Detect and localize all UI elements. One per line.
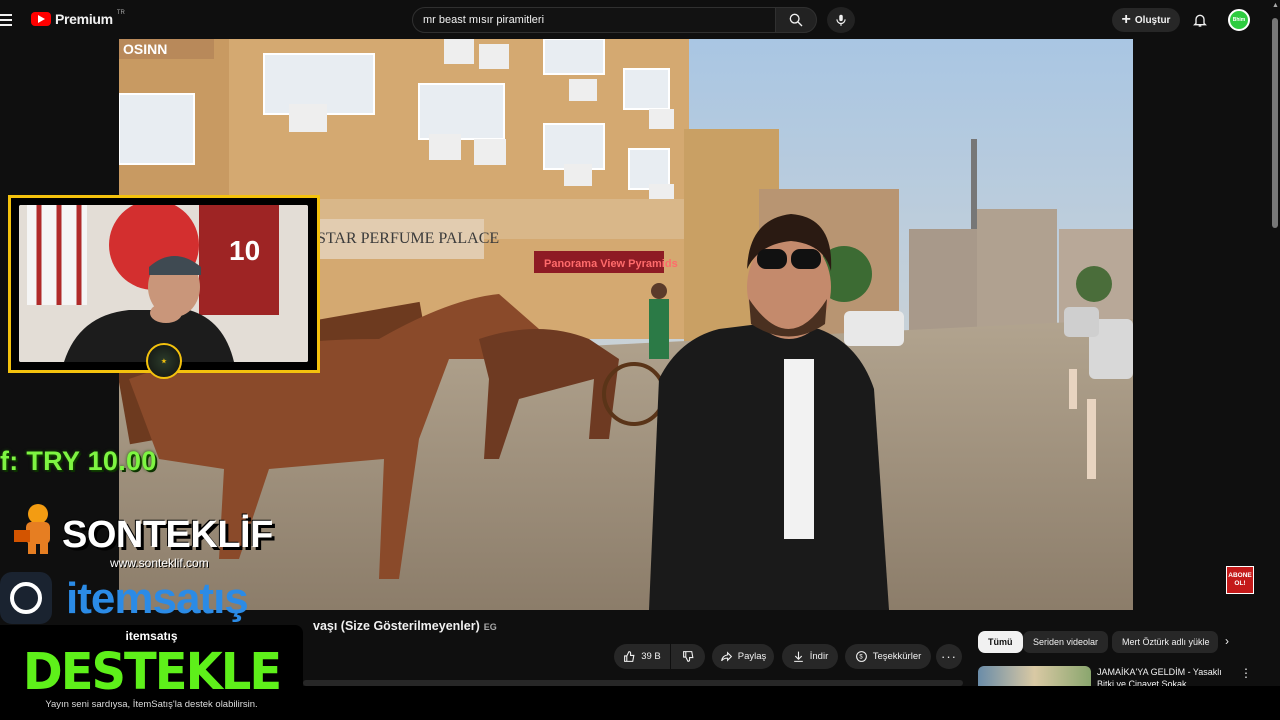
scrollbar-thumb[interactable] bbox=[1272, 18, 1278, 228]
chevron-right-icon[interactable]: › bbox=[1225, 634, 1241, 650]
dislike-button[interactable] bbox=[671, 644, 705, 669]
chip-channel[interactable]: Mert Öztürk adlı yükle bbox=[1112, 631, 1218, 653]
scroll-up-arrow[interactable]: ▲ bbox=[1272, 2, 1279, 10]
country-tag: EG bbox=[483, 622, 497, 632]
svg-text:$: $ bbox=[859, 655, 863, 661]
webcam-feed: 10 bbox=[19, 205, 308, 362]
create-label: Oluştur bbox=[1134, 14, 1171, 26]
video-title-text: vaşı (Size Gösterilmeyenler) bbox=[313, 619, 480, 633]
sponsor-name: itemsatış bbox=[66, 574, 249, 623]
bell-icon bbox=[1193, 14, 1207, 27]
support-brand: itemsatış bbox=[125, 629, 178, 643]
subscribe-badge[interactable]: ABONE OL! bbox=[1226, 566, 1254, 594]
avatar[interactable]: Bhim bbox=[1228, 9, 1250, 31]
svg-text:10: 10 bbox=[229, 235, 260, 266]
mascot-icon bbox=[14, 502, 58, 554]
search-box[interactable] bbox=[412, 7, 776, 33]
plus-icon: + bbox=[1121, 11, 1131, 28]
thanks-icon: $ bbox=[855, 651, 867, 662]
donation-amount: f: TRY 10.00 bbox=[0, 446, 157, 476]
youtube-logo[interactable]: Premium TR bbox=[31, 10, 125, 27]
like-count: 39 B bbox=[641, 651, 661, 662]
support-cta: DESTEKLE bbox=[22, 642, 282, 702]
download-button[interactable]: İndir bbox=[782, 644, 838, 669]
share-button[interactable]: Paylaş bbox=[712, 644, 774, 669]
chip-all[interactable]: Tümü bbox=[978, 631, 1023, 653]
more-actions-button[interactable]: ··· bbox=[936, 644, 962, 669]
voice-search-button[interactable] bbox=[827, 7, 855, 33]
more-icon: ··· bbox=[941, 649, 957, 664]
recommendation-title[interactable]: JAMAİKA'YA GELDİM - Yasaklı Bitki ve Cin… bbox=[1097, 666, 1229, 686]
channel-badge-icon: ★ bbox=[146, 343, 182, 379]
youtube-play-icon bbox=[31, 12, 51, 26]
chip-series[interactable]: Seriden videolar bbox=[1023, 631, 1109, 653]
shop-sign: STAR PERFUME PALACE bbox=[317, 230, 499, 247]
brand-name: SONTEKLİF bbox=[62, 514, 273, 556]
svg-text:OSINN: OSINN bbox=[123, 41, 167, 57]
download-icon bbox=[793, 651, 803, 662]
search-icon bbox=[789, 13, 803, 27]
thanks-label: Teşekkürler bbox=[872, 651, 922, 662]
sponsor-logo-icon bbox=[0, 572, 52, 624]
microphone-icon bbox=[836, 14, 846, 26]
create-button[interactable]: + Oluştur bbox=[1112, 8, 1180, 32]
thumbs-up-icon bbox=[624, 651, 635, 662]
recommendation-thumbnail[interactable] bbox=[978, 666, 1091, 688]
search-button[interactable] bbox=[775, 7, 817, 33]
thanks-button[interactable]: $ Teşekkürler bbox=[845, 644, 931, 669]
svg-text:Panorama View Pyramids: Panorama View Pyramids bbox=[544, 258, 678, 270]
share-icon bbox=[720, 651, 732, 662]
download-label: İndir bbox=[809, 651, 829, 662]
video-title: vaşı (Size Gösterilmeyenler) EG bbox=[313, 619, 497, 633]
brand-url: www.sonteklif.com bbox=[110, 556, 209, 570]
menu-icon[interactable] bbox=[0, 8, 16, 32]
notifications-button[interactable] bbox=[1190, 10, 1210, 30]
search-input[interactable] bbox=[423, 14, 775, 26]
support-subtitle: Yayın seni sardıysa, İtemSatış'la destek… bbox=[45, 699, 258, 710]
like-button[interactable]: 39 B bbox=[614, 644, 670, 669]
logo-region: TR bbox=[116, 10, 125, 16]
logo-text: Premium bbox=[55, 11, 113, 27]
recommendation-more-icon[interactable]: ⋮ bbox=[1240, 666, 1252, 680]
thumbs-down-icon bbox=[682, 651, 693, 662]
share-label: Paylaş bbox=[737, 651, 767, 662]
